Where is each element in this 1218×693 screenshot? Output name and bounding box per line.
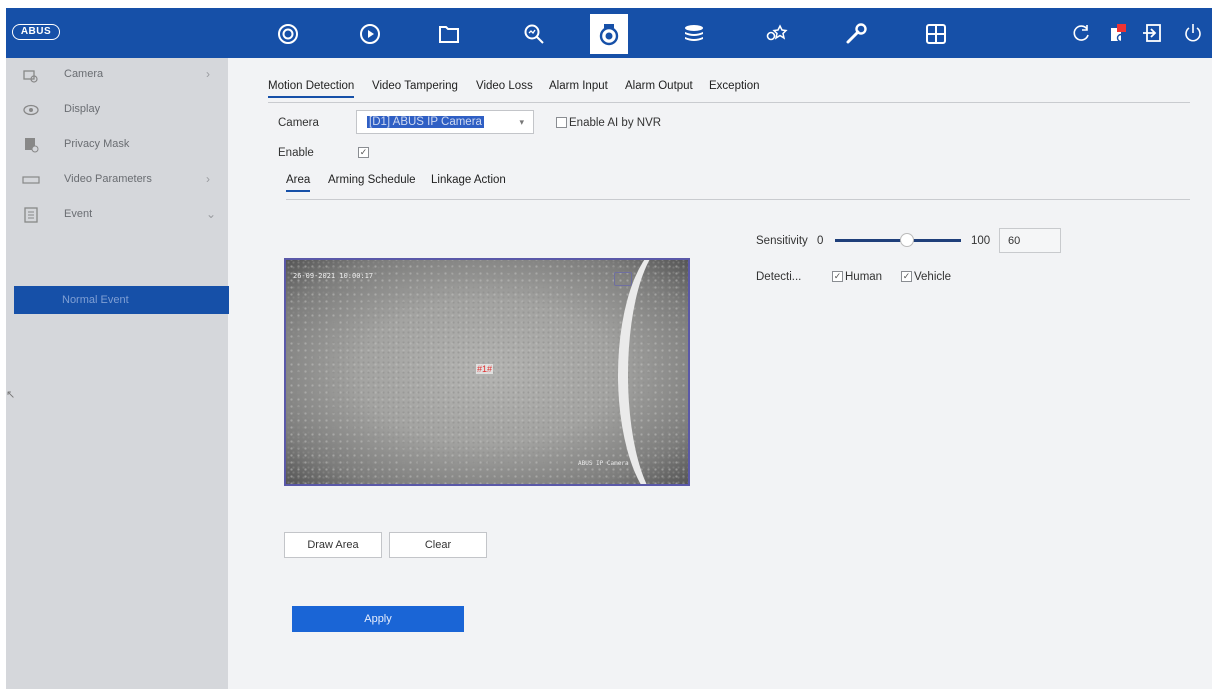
- enable-checkbox[interactable]: ✓: [358, 147, 369, 158]
- sidebar-item-privacy-mask[interactable]: Privacy Mask: [6, 128, 228, 162]
- chevron-down-icon: ⌄: [206, 207, 217, 221]
- vehicle-label: Vehicle: [914, 271, 952, 283]
- privacy-mask-icon: [25, 138, 39, 153]
- camera-preview[interactable]: 26-09-2021 10:00:17 #1# ABUS IP Camera: [284, 258, 690, 486]
- tab-arming-schedule[interactable]: Arming Schedule: [328, 174, 416, 186]
- system-icon[interactable]: [918, 16, 954, 52]
- sidebar-item-label: Privacy Mask: [64, 138, 130, 150]
- tab-linkage-action[interactable]: Linkage Action: [431, 174, 506, 186]
- lens-edge: [618, 260, 688, 484]
- apply-button[interactable]: Apply: [292, 606, 464, 632]
- camera-select-value: [D1] ABUS IP Camera: [367, 116, 484, 128]
- search-icon[interactable]: [516, 16, 552, 52]
- tab-area[interactable]: Area: [286, 174, 311, 192]
- logout-icon[interactable]: [1139, 20, 1165, 46]
- sidebar-item-label: Video Parameters: [64, 173, 152, 185]
- sensitivity-value-field[interactable]: 60: [999, 228, 1061, 253]
- camera-icon: [23, 70, 38, 83]
- live-view-icon[interactable]: [270, 16, 306, 52]
- alarm-notification-icon[interactable]: [1104, 20, 1130, 46]
- draw-area-button[interactable]: Draw Area: [284, 532, 382, 558]
- sidebar-item-video-parameters[interactable]: Video Parameters ›: [6, 163, 228, 197]
- video-timestamp: 26-09-2021 10:00:17: [293, 272, 374, 280]
- sensitivity-slider-handle[interactable]: [900, 233, 914, 247]
- video-camera-name: ABUS IP Camera: [578, 460, 629, 467]
- human-checkbox[interactable]: ✓: [832, 271, 843, 282]
- camera-label: Camera: [278, 117, 319, 129]
- top-navigation-bar: ABUS: [6, 8, 1212, 58]
- power-icon[interactable]: [1180, 20, 1206, 46]
- human-label: Human: [845, 271, 883, 283]
- smart-icon[interactable]: [758, 16, 794, 52]
- main-content: Motion Detection Video Tampering Video L…: [228, 58, 1212, 689]
- storage-icon[interactable]: [676, 16, 712, 52]
- sidebar-item-display[interactable]: Display: [6, 93, 228, 127]
- motion-zone-label: #1#: [476, 364, 494, 374]
- playback-icon[interactable]: [352, 16, 388, 52]
- tab-motion-detection[interactable]: Motion Detection: [268, 80, 355, 98]
- sidebar: Camera › Display Privacy Mask Video Para…: [6, 58, 229, 689]
- tab-alarm-output[interactable]: Alarm Output: [625, 80, 693, 92]
- sensitivity-min: 0: [817, 235, 824, 247]
- eye-icon: [23, 104, 39, 116]
- subtab-divider: [286, 199, 1190, 200]
- tab-divider: [268, 102, 1190, 103]
- chevron-right-icon: ›: [206, 67, 210, 81]
- tab-video-loss[interactable]: Video Loss: [476, 80, 533, 92]
- refresh-icon[interactable]: [1068, 20, 1094, 46]
- snapshot-icon[interactable]: [614, 272, 632, 286]
- video-parameters-icon: [22, 176, 40, 184]
- tab-alarm-input[interactable]: Alarm Input: [549, 80, 608, 92]
- enable-ai-checkbox[interactable]: [556, 117, 567, 128]
- sensitivity-max: 100: [971, 235, 991, 247]
- chevron-down-icon: ▾: [519, 117, 524, 127]
- tab-exception[interactable]: Exception: [709, 80, 760, 92]
- sensitivity-slider[interactable]: [835, 239, 961, 242]
- chevron-right-icon: ›: [206, 172, 210, 186]
- file-icon[interactable]: [431, 16, 467, 52]
- sidebar-item-label: Display: [64, 103, 101, 115]
- nvr-window: ABUS Camera › Display Privacy Mask Video…: [6, 8, 1212, 689]
- sidebar-item-camera[interactable]: Camera ›: [6, 58, 228, 92]
- sidebar-item-event[interactable]: Event ⌄: [6, 198, 228, 232]
- detection-label: Detecti...: [756, 271, 802, 283]
- vehicle-checkbox[interactable]: ✓: [901, 271, 912, 282]
- camera-icon[interactable]: [590, 14, 628, 54]
- sidebar-item-label: Event: [64, 208, 93, 220]
- abus-logo: ABUS: [12, 24, 60, 40]
- event-icon: [24, 207, 38, 223]
- sensitivity-label: Sensitivity: [756, 235, 808, 247]
- tab-video-tampering[interactable]: Video Tampering: [372, 80, 458, 92]
- enable-ai-label: Enable AI by NVR: [569, 117, 662, 129]
- sidebar-item-label: Camera: [64, 68, 104, 80]
- clear-button[interactable]: Clear: [389, 532, 487, 558]
- mouse-cursor-icon: ↖: [6, 389, 16, 401]
- sidebar-subitem-normal-event[interactable]: Normal Event: [14, 286, 229, 314]
- enable-label: Enable: [278, 147, 314, 159]
- maintenance-icon[interactable]: [838, 16, 874, 52]
- camera-select[interactable]: [D1] ABUS IP Camera ▾: [356, 110, 534, 134]
